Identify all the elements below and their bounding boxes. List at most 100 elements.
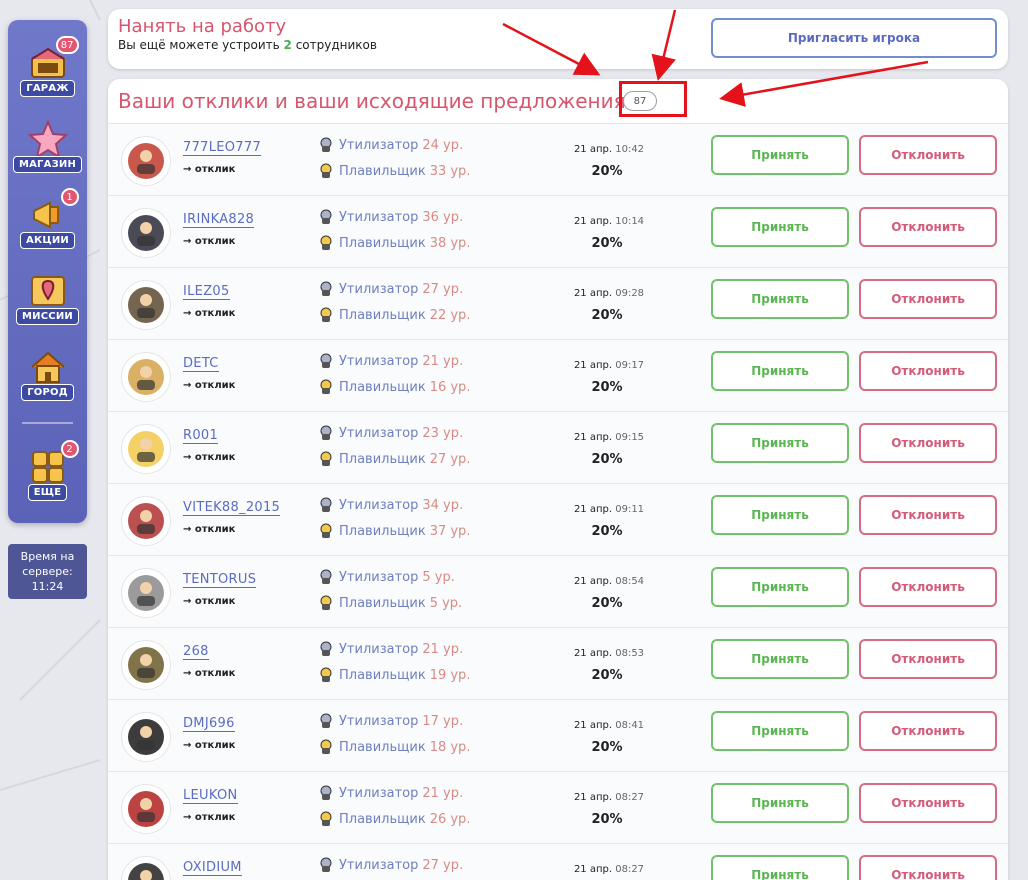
sidebar-item-2[interactable]: 1 АКЦИИ — [8, 188, 87, 264]
username-link[interactable]: IRINKA828 — [183, 212, 255, 228]
timestamp: 21 апр. 09:11 — [550, 504, 668, 515]
job-name: Плавильщик — [339, 451, 426, 467]
job-level: 38 ур. — [429, 235, 471, 251]
hire-sub-prefix: Вы ещё можете устроить — [118, 38, 284, 52]
username-link[interactable]: DETC — [183, 356, 219, 372]
job-name: Утилизатор — [339, 785, 419, 801]
decline-button[interactable]: Отклонить — [859, 351, 997, 391]
avatar[interactable] — [121, 784, 171, 834]
job-recycler: Утилизатор 36 ур. — [318, 208, 463, 226]
percent-value: 20% — [591, 668, 623, 683]
job-level: 18 ур. — [429, 739, 471, 755]
accept-button[interactable]: Принять — [711, 135, 849, 175]
job-name: Утилизатор — [339, 281, 419, 297]
username-link[interactable]: LEUKON — [183, 788, 238, 804]
table-row: OXIDIUM→ откликУтилизатор27 ур.Плавильщи… — [108, 844, 1008, 880]
decline-button[interactable]: Отклонить — [859, 711, 997, 751]
accept-button[interactable]: Принять — [711, 567, 849, 607]
sidebar-item-label: МАГАЗИН — [12, 156, 83, 173]
avatar[interactable] — [121, 496, 171, 546]
timestamp: 21 апр. 10:14 — [550, 216, 668, 227]
table-row: TENTORUS → отклик Утилизатор 5 ур. Плавильщи… — [108, 556, 1008, 628]
job-level: 34 ур. — [422, 497, 464, 513]
job-smelter: Плавильщик 5 ур. — [318, 594, 462, 612]
decline-button[interactable]: Отклонить — [859, 495, 997, 535]
date: 21 апр. — [573, 216, 616, 227]
username-link[interactable]: DMJ696 — [183, 716, 235, 732]
decline-button[interactable]: Отклонить — [859, 855, 997, 880]
sidebar-item-3[interactable]: МИССИИ — [8, 264, 87, 340]
avatar[interactable] — [121, 712, 171, 762]
date: 21 апр. — [573, 144, 616, 155]
avatar[interactable] — [121, 136, 171, 186]
job-name: Плавильщик — [339, 163, 426, 179]
decline-button[interactable]: Отклонить — [859, 639, 997, 679]
accept-button[interactable]: Принять — [711, 855, 849, 880]
accept-button[interactable]: Принять — [711, 783, 849, 823]
invite-player-button[interactable]: Пригласить игрока — [711, 18, 997, 58]
time: 10:14 — [615, 216, 645, 227]
job-level: 21 ур. — [422, 641, 464, 657]
helmet-icon — [318, 281, 334, 297]
timestamp: 21 апр. 08:41 — [550, 720, 668, 731]
avatar[interactable] — [121, 856, 171, 880]
sidebar-item-5[interactable]: 2 ЕЩЕ — [8, 440, 87, 516]
table-row: 268 → отклик Утилизатор 21 ур. Плавильщик 19 … — [108, 628, 1008, 700]
time: 08:27 — [615, 864, 645, 875]
job-level: 23 ур. — [422, 425, 464, 441]
date: 21 апр. — [573, 792, 616, 803]
accept-button[interactable]: Принять — [711, 207, 849, 247]
job-name: Утилизатор — [339, 569, 419, 585]
accept-button[interactable]: Принять — [711, 423, 849, 463]
sidebar-item-1[interactable]: МАГАЗИН — [8, 112, 87, 188]
accept-button[interactable]: Принять — [711, 639, 849, 679]
decline-button[interactable]: Отклонить — [859, 135, 997, 175]
accept-button[interactable]: Принять — [711, 279, 849, 319]
username-link[interactable]: TENTORUS — [183, 572, 257, 588]
decline-button[interactable]: Отклонить — [859, 783, 997, 823]
avatar[interactable] — [121, 208, 171, 258]
decline-button[interactable]: Отклонить — [859, 207, 997, 247]
helmet-icon — [318, 569, 334, 585]
avatar[interactable] — [121, 640, 171, 690]
table-row: LEUKON → отклик Утилизатор 21 ур. Плавильщик… — [108, 772, 1008, 844]
decline-button[interactable]: Отклонить — [859, 279, 997, 319]
job-level: 27 ур. — [422, 281, 464, 297]
avatar[interactable] — [121, 280, 171, 330]
job-name: Плавильщик — [339, 595, 426, 611]
username-link[interactable]: ILEZ05 — [183, 284, 230, 300]
timestamp: 21 апр. 08:27 — [550, 864, 668, 875]
sidebar-item-0[interactable]: 87 ГАРАЖ — [8, 36, 87, 112]
accept-button[interactable]: Принять — [711, 351, 849, 391]
sidebar-item-4[interactable]: ГОРОД — [8, 340, 87, 416]
accept-button[interactable]: Принять — [711, 711, 849, 751]
decline-button[interactable]: Отклонить — [859, 567, 997, 607]
accept-button[interactable]: Принять — [711, 495, 849, 535]
sidebar-divider — [22, 422, 73, 424]
time: 10:42 — [615, 144, 645, 155]
reply-label: → отклик — [183, 668, 236, 679]
avatar[interactable] — [121, 352, 171, 402]
hire-panel: Нанять на работу Вы ещё можете устроить … — [108, 9, 1008, 69]
notification-badge: 1 — [60, 188, 79, 206]
reply-label: → отклик — [183, 524, 236, 535]
job-name: Плавильщик — [339, 811, 426, 827]
decline-button[interactable]: Отклонить — [859, 423, 997, 463]
timestamp: 21 апр. 08:54 — [550, 576, 668, 587]
username-link[interactable]: R001 — [183, 428, 219, 444]
worker-icon — [318, 307, 334, 323]
timestamp: 21 апр. 10:42 — [550, 144, 668, 155]
percent-value: 20% — [591, 524, 623, 539]
job-level: 21 ур. — [422, 353, 464, 369]
job-name: Утилизатор — [339, 209, 419, 225]
time: 08:53 — [615, 648, 645, 659]
avatar[interactable] — [121, 568, 171, 618]
username-link[interactable]: OXIDIUM — [183, 860, 242, 876]
timestamp: 21 апр. 08:53 — [550, 648, 668, 659]
username-link[interactable]: 777LEO777 — [183, 140, 262, 156]
username-link[interactable]: 268 — [183, 644, 209, 660]
avatar[interactable] — [121, 424, 171, 474]
reply-label: → отклик — [183, 812, 236, 823]
job-name: Плавильщик — [339, 235, 426, 251]
username-link[interactable]: VITEK88_2015 — [183, 500, 281, 516]
